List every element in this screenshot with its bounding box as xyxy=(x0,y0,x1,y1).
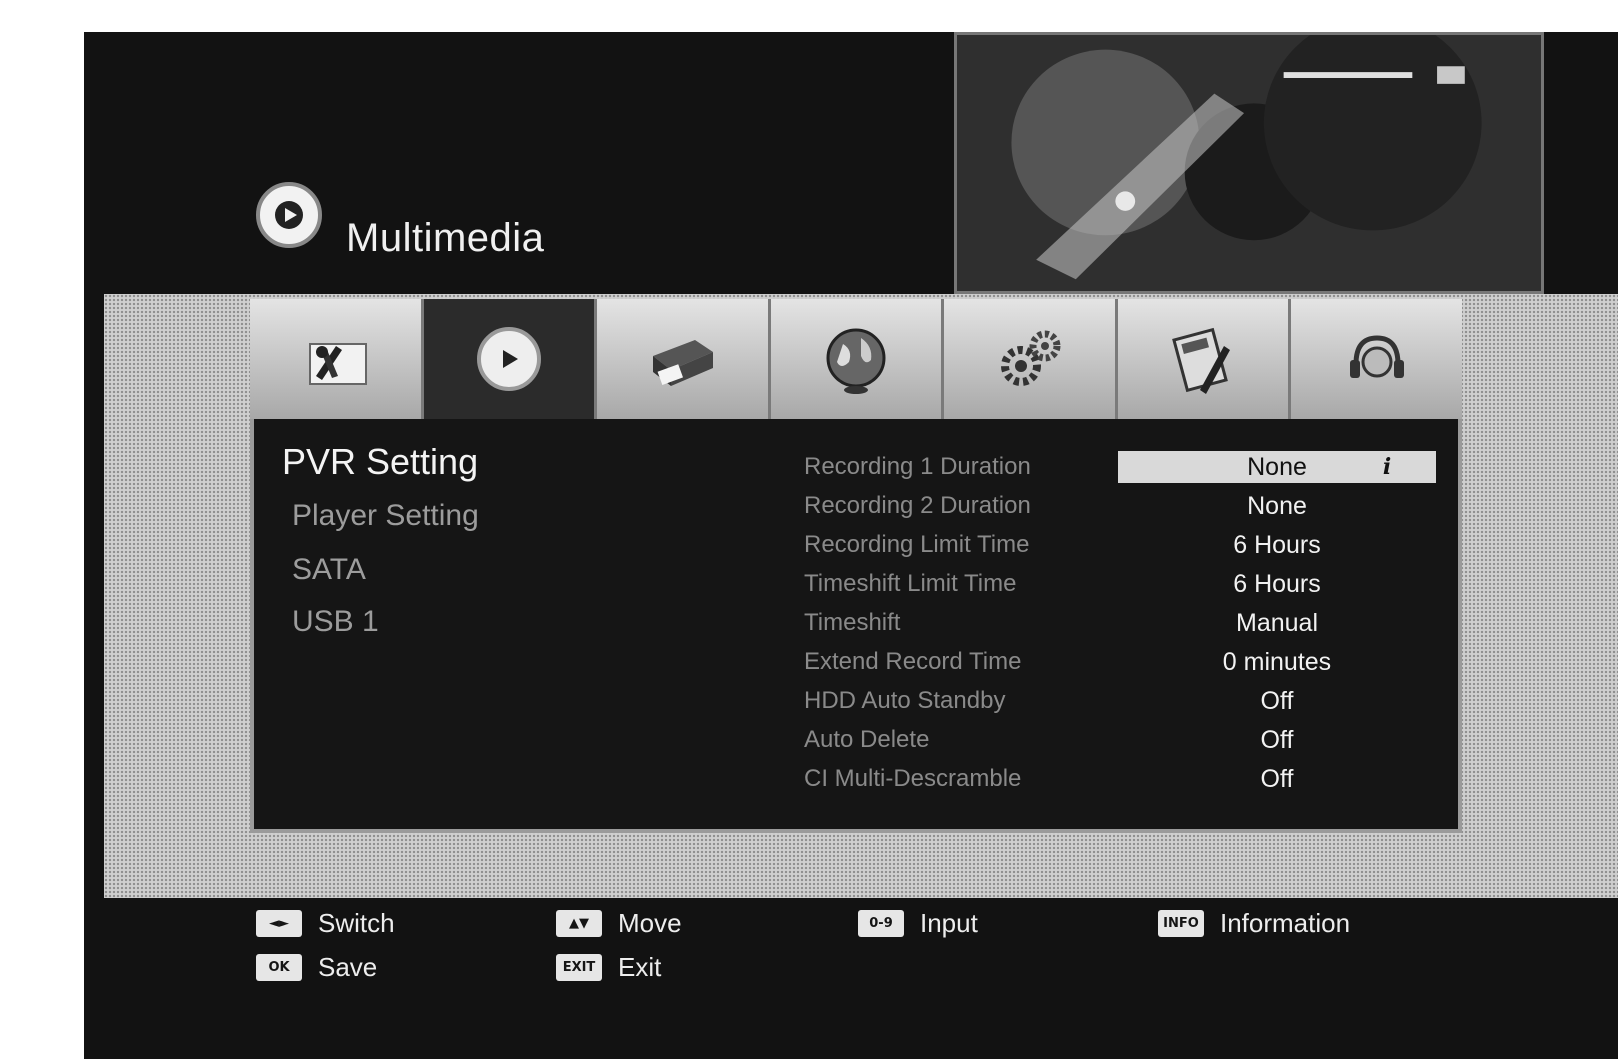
tab-multimedia[interactable] xyxy=(423,299,598,419)
hint-label: Move xyxy=(618,908,682,938)
hint-information: INFO Information xyxy=(1158,908,1350,939)
setting-value[interactable]: 6 Hours xyxy=(1118,529,1436,561)
hint-label: Exit xyxy=(618,952,662,982)
setting-label: Recording 2 Duration xyxy=(804,492,1031,519)
setting-value[interactable]: Off xyxy=(1118,763,1436,795)
exit-key-icon: EXIT xyxy=(556,954,602,981)
setting-value[interactable]: 0 minutes xyxy=(1118,646,1436,678)
setting-value[interactable]: None xyxy=(1118,490,1436,522)
setting-row[interactable]: Timeshift Manual xyxy=(804,607,1444,646)
hint-label: Save xyxy=(318,952,378,982)
multimedia-play-icon xyxy=(476,327,541,391)
hint-move: ▲▼ Move xyxy=(556,908,682,939)
setting-row[interactable]: CI Multi-Descramble Off xyxy=(804,763,1444,802)
key-hints-bar: ◄► Switch ▲▼ Move 0-9 Input INFO Informa… xyxy=(84,898,1618,1059)
hint-exit: EXIT Exit xyxy=(556,952,661,983)
hint-label: Information xyxy=(1220,908,1351,938)
category-tabs xyxy=(250,299,1463,419)
page-title: Multimedia xyxy=(346,216,545,260)
menu-item-sata[interactable]: SATA xyxy=(292,553,366,587)
setting-row[interactable]: Auto Delete Off xyxy=(804,724,1444,763)
setting-label: Timeshift xyxy=(804,609,901,636)
setting-label: Timeshift Limit Time xyxy=(804,570,1017,597)
settings-panel: PVR Setting Player Setting SATA USB 1 Re… xyxy=(250,419,1462,833)
tab-tools[interactable] xyxy=(250,299,424,419)
info-key-icon: INFO xyxy=(1158,910,1204,937)
hint-switch: ◄► Switch xyxy=(256,908,395,939)
tab-system[interactable] xyxy=(944,299,1118,419)
info-icon: i xyxy=(1382,454,1392,480)
setting-label: CI Multi-Descramble xyxy=(804,765,1022,792)
calculator-pencil-icon xyxy=(1172,327,1231,394)
printer-icon xyxy=(653,340,714,386)
setting-row[interactable]: Timeshift Limit Time 6 Hours xyxy=(804,568,1444,607)
tab-network[interactable] xyxy=(770,299,945,419)
setting-label: Recording 1 Duration xyxy=(804,453,1031,480)
left-right-key-icon: ◄► xyxy=(256,910,302,937)
setting-row[interactable]: HDD Auto Standby Off xyxy=(804,685,1444,724)
setting-value[interactable]: Manual xyxy=(1118,607,1436,639)
setting-label: Recording Limit Time xyxy=(804,531,1030,558)
menu-item-usb1[interactable]: USB 1 xyxy=(292,605,379,639)
setting-row[interactable]: Recording 2 Duration None xyxy=(804,490,1444,529)
setting-label: Auto Delete xyxy=(804,726,930,753)
setting-value[interactable]: 6 Hours xyxy=(1118,568,1436,600)
tab-support[interactable] xyxy=(1291,299,1463,419)
setting-row[interactable]: Recording Limit Time 6 Hours xyxy=(804,529,1444,568)
headset-icon xyxy=(1349,335,1404,378)
gears-icon xyxy=(1000,330,1061,386)
multimedia-logo xyxy=(256,182,322,248)
tools-icon xyxy=(309,343,368,385)
tab-tools-calc[interactable] xyxy=(1117,299,1292,419)
number-key-icon: 0-9 xyxy=(858,910,904,937)
hint-label: Switch xyxy=(318,908,395,938)
globe-icon xyxy=(826,328,886,394)
setting-label: HDD Auto Standby xyxy=(804,687,1006,714)
setting-value[interactable]: Off xyxy=(1118,685,1436,717)
menu-item-pvr-setting[interactable]: PVR Setting xyxy=(282,441,478,483)
ok-key-icon: OK xyxy=(256,954,302,981)
hint-label: Input xyxy=(920,908,978,938)
setting-row[interactable]: Extend Record Time 0 minutes xyxy=(804,646,1444,685)
hint-save: OK Save xyxy=(256,952,377,983)
tv-screen: Multimedia PVR Setting Player Setting SA… xyxy=(84,32,1618,1059)
setting-label: Extend Record Time xyxy=(804,648,1022,675)
pvr-settings-list: Recording 1 Duration None i Recording 2 … xyxy=(804,451,1444,802)
live-video-preview xyxy=(954,32,1544,294)
play-icon xyxy=(275,201,303,229)
hint-input: 0-9 Input xyxy=(858,908,978,939)
menu-item-player-setting[interactable]: Player Setting xyxy=(292,499,479,533)
up-down-key-icon: ▲▼ xyxy=(556,910,602,937)
tab-printer[interactable] xyxy=(597,299,771,419)
setting-value[interactable]: Off xyxy=(1118,724,1436,756)
setting-row[interactable]: Recording 1 Duration None i xyxy=(804,451,1444,490)
